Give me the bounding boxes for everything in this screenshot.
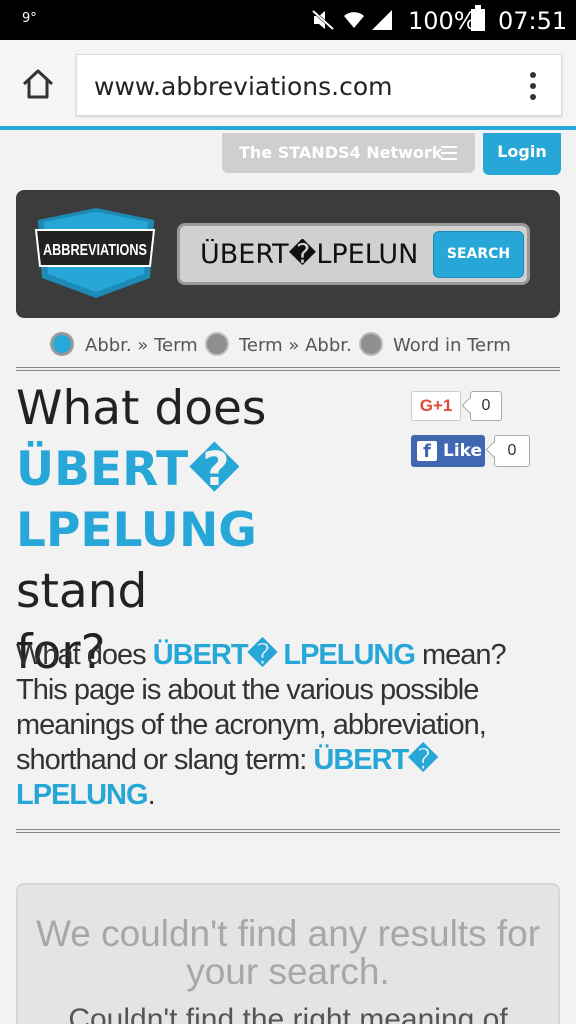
page: 9° 100% 07:51 www.abbreviations.com The … <box>0 0 576 1024</box>
battery-icon <box>471 5 485 31</box>
hamburger-icon <box>441 146 457 160</box>
search-box: SEARCH <box>177 223 530 285</box>
intro-paragraph: What does ÜBERT� LPELUNG mean? This page… <box>16 638 560 813</box>
search-mode-options: Abbr. » Term Term » Abbr. Word in Term <box>0 330 576 360</box>
no-results-subtitle: Couldn't find the right meaning of <box>68 1003 508 1024</box>
divider <box>16 367 560 371</box>
status-bar: 9° 100% 07:51 <box>0 0 576 40</box>
radio-word-in-term[interactable] <box>359 332 383 356</box>
intro-term-a: ÜBERT� LPELUNG <box>152 639 416 671</box>
no-results-title: We couldn't find any results for your se… <box>35 913 541 992</box>
title-prefix: What does <box>16 381 267 436</box>
signal-icon <box>372 10 392 30</box>
temperature-text: 9° <box>22 11 37 26</box>
facebook-like-label: Like <box>443 441 483 461</box>
facebook-icon: f <box>417 441 437 462</box>
title-term-line2: LPELUNG <box>16 503 257 558</box>
search-input[interactable] <box>200 239 436 270</box>
network-menu-button[interactable]: The STANDS4 Network <box>222 133 475 173</box>
facebook-like-button[interactable]: f Like <box>411 435 485 467</box>
address-bar[interactable]: www.abbreviations.com <box>76 54 562 116</box>
radio-term-abbr[interactable] <box>205 332 229 356</box>
url-text: www.abbreviations.com <box>94 72 393 101</box>
intro-part3: . <box>147 779 156 811</box>
search-button[interactable]: SEARCH <box>433 231 524 278</box>
radio-label-word-in-term[interactable]: Word in Term <box>393 335 511 356</box>
abbreviations-logo[interactable]: ABBREVIATIONS <box>34 206 158 300</box>
title-term-line1: ÜBERT� <box>16 442 241 497</box>
battery-percent: 100% <box>408 7 477 35</box>
browser-toolbar: www.abbreviations.com <box>0 40 576 130</box>
home-icon[interactable] <box>18 64 58 104</box>
title-suffix-stand: stand <box>16 564 148 619</box>
radio-label-term-abbr[interactable]: Term » Abbr. <box>239 335 352 356</box>
site-header: ABBREVIATIONS SEARCH <box>16 190 560 318</box>
radio-label-abbr-term[interactable]: Abbr. » Term <box>85 335 198 356</box>
google-plus-button[interactable]: G+1 <box>411 391 461 421</box>
intro-part1: What does <box>16 639 153 671</box>
divider <box>16 829 560 833</box>
clock: 07:51 <box>498 7 568 35</box>
no-results-box: We couldn't find any results for your se… <box>16 883 560 1024</box>
logo-text: ABBREVIATIONS <box>43 242 147 259</box>
mute-icon <box>311 9 335 31</box>
network-label: The STANDS4 Network <box>239 143 443 162</box>
login-button[interactable]: Login <box>483 133 561 175</box>
radio-abbr-term[interactable] <box>50 332 74 356</box>
wifi-icon <box>344 12 364 28</box>
more-options-icon[interactable] <box>523 69 543 103</box>
google-plus-count: 0 <box>470 391 502 421</box>
facebook-like-count: 0 <box>494 435 530 467</box>
